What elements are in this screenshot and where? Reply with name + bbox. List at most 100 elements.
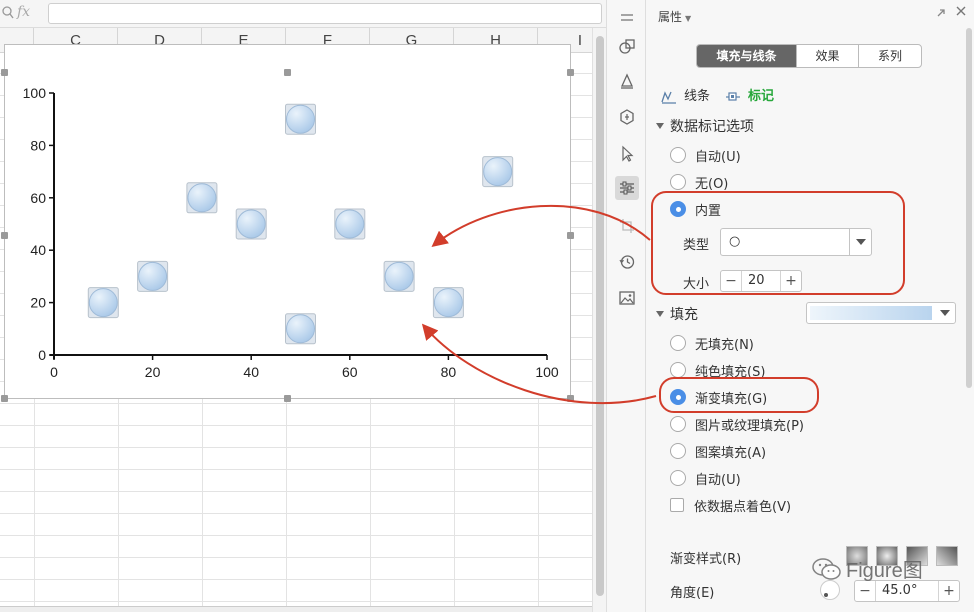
resize-handle-nw[interactable] — [1, 69, 8, 76]
data-point — [137, 260, 169, 292]
tab-fill-and-line[interactable]: 填充与线条 — [697, 45, 797, 67]
x-tick-label: 20 — [145, 364, 161, 380]
data-point — [383, 260, 415, 292]
radio-marker-none[interactable] — [670, 174, 686, 190]
section-fill[interactable]: 填充 — [656, 304, 698, 324]
fill-option-picture[interactable]: 图片或纹理填充(P) — [670, 415, 804, 434]
marker-type-label: 类型 — [683, 238, 710, 253]
x-tick-label: 100 — [535, 364, 559, 380]
marker-type-select[interactable]: ○ — [720, 228, 872, 256]
fill-option-gradient-label: 渐变填充(G) — [695, 391, 768, 407]
angle-label: 角度(E) — [670, 586, 715, 601]
data-point — [482, 156, 514, 188]
subtab-line-label: 线条 — [684, 89, 711, 104]
marker-option-none-label: 无(O) — [695, 176, 729, 192]
angle-decrement-button[interactable]: − — [855, 581, 875, 601]
marker-icon — [726, 92, 740, 101]
caret-down-icon: ▼ — [685, 14, 692, 23]
resize-handle-s[interactable] — [284, 395, 291, 402]
history-icon[interactable] — [617, 252, 637, 272]
resize-handle-n[interactable] — [284, 69, 291, 76]
chevron-down-icon[interactable] — [935, 303, 955, 323]
marker-option-builtin[interactable]: 内置 — [670, 200, 721, 219]
marker-size-label: 大小 — [683, 277, 710, 292]
section-marker-options-label: 数据标记选项 — [670, 119, 754, 135]
angle-dial[interactable] — [820, 580, 840, 600]
checkbox-vary-by-point[interactable] — [670, 498, 684, 512]
fill-option-gradient[interactable]: 渐变填充(G) — [670, 388, 768, 407]
scrollbar-thumb[interactable] — [596, 36, 604, 596]
radio-fill-gradient[interactable] — [670, 389, 686, 405]
subtab-marker-label: 标记 — [748, 89, 775, 104]
y-tick-label: 100 — [23, 85, 47, 101]
tab-series[interactable]: 系列 — [859, 45, 921, 67]
fill-option-auto[interactable]: 自动(U) — [670, 469, 741, 488]
tab-effects[interactable]: 效果 — [797, 45, 859, 67]
formula-input[interactable] — [48, 3, 602, 24]
image-icon[interactable] — [617, 288, 637, 308]
crop-icon[interactable] — [617, 216, 637, 236]
wechat-icon — [812, 557, 841, 580]
section-marker-options[interactable]: 数据标记选项 — [656, 116, 754, 136]
x-tick-label: 60 — [342, 364, 358, 380]
vary-colors-by-point[interactable]: 依数据点着色(V) — [670, 496, 791, 515]
resize-handle-w[interactable] — [1, 232, 8, 239]
properties-sliders-icon[interactable] — [615, 176, 639, 200]
sheet-tab-bar — [0, 606, 592, 612]
resize-handle-e[interactable] — [567, 232, 574, 239]
marker-size-stepper[interactable]: − 20 + — [720, 270, 802, 292]
subtab-line[interactable]: 线条 — [660, 88, 710, 106]
close-icon[interactable] — [954, 4, 968, 18]
panel-title[interactable]: 属性 ▼ — [658, 8, 691, 25]
fill-option-picture-label: 图片或纹理填充(P) — [695, 418, 804, 434]
text-style-icon[interactable] — [617, 71, 637, 91]
resize-handle-ne[interactable] — [567, 69, 574, 76]
marker-option-auto-label: 自动(U) — [695, 149, 741, 165]
resize-handle-se[interactable] — [567, 395, 574, 402]
angle-increment-button[interactable]: + — [939, 581, 959, 601]
angle-stepper[interactable]: − 45.0° + — [854, 580, 960, 602]
fill-color-dropdown[interactable] — [806, 302, 956, 324]
fill-option-none[interactable]: 无填充(N) — [670, 334, 754, 353]
x-tick-label: 40 — [243, 364, 259, 380]
menu-icon[interactable] — [617, 8, 637, 28]
size-value[interactable]: 20 — [741, 271, 781, 291]
y-tick-label: 40 — [30, 242, 46, 258]
y-tick-label: 60 — [30, 190, 46, 206]
data-point — [87, 287, 119, 319]
y-tick-label: 0 — [38, 347, 46, 363]
size-decrement-button[interactable]: − — [721, 271, 741, 291]
sheet-vertical-scrollbar[interactable] — [592, 28, 606, 612]
fx-icon[interactable]: fx — [17, 4, 30, 20]
gradient-style-option[interactable] — [936, 546, 958, 566]
shape-icon[interactable] — [617, 36, 637, 56]
formula-bar: fx — [0, 0, 606, 28]
watermark-text: Figure图 — [846, 560, 923, 582]
fill-option-solid[interactable]: 纯色填充(S) — [670, 361, 765, 380]
marker-option-auto[interactable]: 自动(U) — [670, 146, 741, 165]
radio-marker-auto[interactable] — [670, 147, 686, 163]
data-point — [186, 182, 218, 214]
fill-option-pattern-label: 图案填充(A) — [695, 445, 767, 461]
radio-fill-auto[interactable] — [670, 470, 686, 486]
search-icon[interactable] — [2, 6, 14, 20]
chevron-down-icon[interactable] — [849, 229, 871, 255]
radio-fill-pattern[interactable] — [670, 443, 686, 459]
radio-marker-builtin[interactable] — [670, 201, 686, 217]
panel-scrollbar[interactable] — [966, 28, 972, 388]
x-tick-label: 80 — [441, 364, 457, 380]
subtab-marker[interactable]: 标记 — [724, 88, 774, 106]
resize-handle-sw[interactable] — [1, 395, 8, 402]
marker-option-none[interactable]: 无(O) — [670, 173, 729, 192]
expand-icon[interactable] — [934, 6, 948, 20]
size-increment-button[interactable]: + — [781, 271, 801, 291]
fill-option-pattern[interactable]: 图案填充(A) — [670, 442, 767, 461]
radio-fill-none[interactable] — [670, 335, 686, 351]
angle-value[interactable]: 45.0° — [875, 581, 939, 601]
collapse-triangle-icon — [656, 123, 664, 129]
radio-fill-solid[interactable] — [670, 362, 686, 378]
style-hexagon-icon[interactable] — [617, 107, 637, 127]
select-cursor-icon[interactable] — [617, 144, 637, 164]
scatter-chart[interactable]: 0 20 40 60 80 100 0 20 40 60 80 100 — [4, 44, 571, 399]
radio-fill-picture[interactable] — [670, 416, 686, 432]
